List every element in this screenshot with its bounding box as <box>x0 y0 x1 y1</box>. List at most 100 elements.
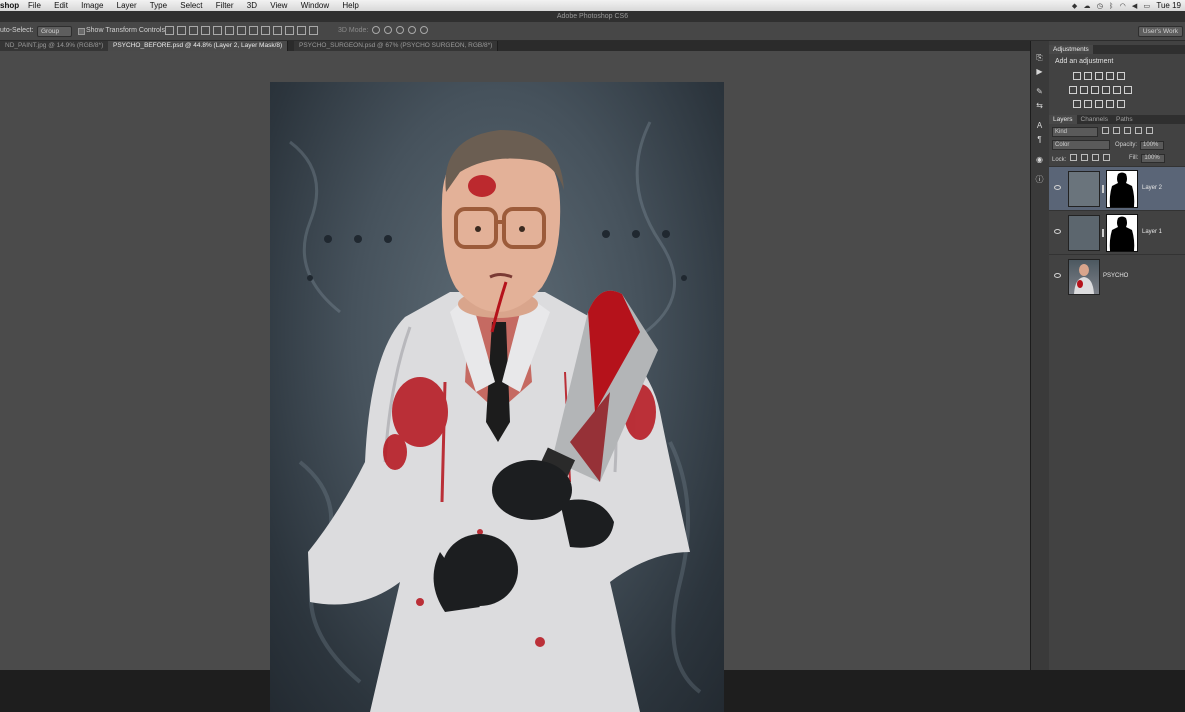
tab-adjustments[interactable]: Adjustments <box>1049 45 1093 54</box>
layer-thumbnail[interactable] <box>1068 259 1100 295</box>
color-lookup-icon[interactable] <box>1124 86 1132 94</box>
align-center-icon[interactable] <box>213 25 222 35</box>
layer-name[interactable]: PSYCHO <box>1103 273 1128 279</box>
layer-filter-dropdown[interactable]: Kind <box>1052 127 1098 137</box>
brush-presets-icon[interactable]: ✎ <box>1035 87 1044 96</box>
layer-thumbnail[interactable] <box>1068 215 1100 251</box>
auto-select-dropdown[interactable]: Group <box>37 26 72 37</box>
layer-filter-icons <box>1102 127 1157 136</box>
menu-filter[interactable]: Filter <box>216 1 234 10</box>
layer-row-psycho[interactable]: PSYCHO <box>1049 254 1185 298</box>
filter-shape-icon[interactable] <box>1135 127 1142 134</box>
3d-rotate-icon[interactable] <box>372 26 380 35</box>
layer-row-layer-2[interactable]: Layer 2 <box>1049 166 1185 210</box>
properties-icon[interactable]: ◉ <box>1035 155 1044 164</box>
opacity-control: Opacity: 100% <box>1115 141 1165 150</box>
mask-link-icon[interactable] <box>1102 229 1104 237</box>
tab-layers[interactable]: Layers <box>1049 115 1077 124</box>
visibility-eye-icon[interactable] <box>1054 185 1061 190</box>
lock-all-icon[interactable] <box>1103 154 1111 161</box>
distribute-top-icon[interactable] <box>237 25 246 35</box>
selective-color-icon[interactable] <box>1117 100 1125 108</box>
distribute-bottom-icon[interactable] <box>261 25 270 35</box>
curves-icon[interactable] <box>1095 72 1103 80</box>
menu-type[interactable]: Type <box>150 1 167 10</box>
3d-drag-icon[interactable] <box>396 26 404 35</box>
exposure-icon[interactable] <box>1106 72 1114 80</box>
align-left-icon[interactable] <box>201 25 210 35</box>
menu-layer[interactable]: Layer <box>117 1 137 10</box>
hue-saturation-icon[interactable] <box>1069 86 1077 94</box>
info-icon[interactable]: ⓘ <box>1035 175 1044 184</box>
levels-icon[interactable] <box>1084 72 1092 80</box>
show-transform-checkbox[interactable] <box>78 28 85 35</box>
layer-mask-thumbnail[interactable] <box>1106 214 1138 252</box>
opacity-input[interactable]: 100% <box>1140 141 1165 150</box>
workspace-switcher[interactable]: User's Work <box>1137 26 1183 37</box>
layer-thumbnail[interactable] <box>1068 171 1100 207</box>
vibrance-icon[interactable] <box>1117 72 1125 80</box>
history-icon[interactable]: ⎘ <box>1035 53 1044 62</box>
layer-name[interactable]: Layer 2 <box>1142 185 1162 191</box>
layer-mask-thumbnail[interactable] <box>1106 170 1138 208</box>
menu-view[interactable]: View <box>270 1 287 10</box>
black-white-icon[interactable] <box>1091 86 1099 94</box>
3d-roll-icon[interactable] <box>384 26 392 35</box>
visibility-eye-icon[interactable] <box>1054 229 1061 234</box>
lock-position-icon[interactable] <box>1092 154 1100 161</box>
menu-select[interactable]: Select <box>180 1 202 10</box>
gradient-map-icon[interactable] <box>1106 100 1114 108</box>
doc-tab-psycho-surgeon[interactable]: PSYCHO_SURGEON.psd @ 67% (PSYCHO SURGEON… <box>294 41 499 51</box>
fill-input[interactable]: 100% <box>1141 154 1166 163</box>
actions-play-icon[interactable]: ▶ <box>1035 67 1044 76</box>
menu-image[interactable]: Image <box>81 1 103 10</box>
menu-edit[interactable]: Edit <box>54 1 68 10</box>
distribute-right-icon[interactable] <box>297 25 306 35</box>
align-right-icon[interactable] <box>225 25 234 35</box>
doc-tab-paint[interactable]: ND_PAINT.jpg @ 14.9% (RGB/8*) <box>0 41 110 51</box>
lock-image-icon[interactable] <box>1081 154 1089 161</box>
canvas-area[interactable] <box>0 51 1030 712</box>
brightness-contrast-icon[interactable] <box>1073 72 1081 80</box>
layer-row-layer-1[interactable]: Layer 1 <box>1049 210 1185 254</box>
align-bottom-icon[interactable] <box>189 25 198 35</box>
doc-tab-psycho-before[interactable]: PSYCHO_BEFORE.psd @ 44.8% (Layer 2, Laye… <box>108 41 289 51</box>
menu-file[interactable]: File <box>28 1 41 10</box>
align-middle-icon[interactable] <box>177 25 186 35</box>
layers-panel: Layers Channels Paths Kind Color Opacity: 1… <box>1049 115 1185 670</box>
distribute-left-icon[interactable] <box>273 25 282 35</box>
channel-mixer-icon[interactable] <box>1113 86 1121 94</box>
threshold-icon[interactable] <box>1095 100 1103 108</box>
document-image[interactable] <box>270 82 724 712</box>
clone-source-icon[interactable]: ⇆ <box>1035 101 1044 110</box>
tab-channels[interactable]: Channels <box>1077 115 1112 124</box>
filter-pixel-icon[interactable] <box>1102 127 1109 134</box>
layer-name[interactable]: Layer 1 <box>1142 229 1162 235</box>
auto-align-icon[interactable] <box>309 25 318 35</box>
blend-mode-dropdown[interactable]: Color <box>1052 140 1110 150</box>
distribute-middle-icon[interactable] <box>249 25 258 35</box>
align-top-icon[interactable] <box>165 25 174 35</box>
filter-smart-icon[interactable] <box>1146 127 1153 134</box>
3d-scale-icon[interactable] <box>420 26 428 35</box>
mask-link-icon[interactable] <box>1102 185 1104 193</box>
menu-3d[interactable]: 3D <box>247 1 257 10</box>
filter-adjustment-icon[interactable] <box>1113 127 1120 134</box>
tab-paths[interactable]: Paths <box>1112 115 1137 124</box>
menu-help[interactable]: Help <box>342 1 358 10</box>
photo-filter-icon[interactable] <box>1102 86 1110 94</box>
posterize-icon[interactable] <box>1084 100 1092 108</box>
app-menu[interactable]: shop <box>0 0 19 11</box>
color-balance-icon[interactable] <box>1080 86 1088 94</box>
invert-icon[interactable] <box>1073 100 1081 108</box>
visibility-eye-icon[interactable] <box>1054 273 1061 278</box>
character-icon[interactable]: A <box>1035 121 1044 130</box>
paragraph-icon[interactable]: ¶ <box>1035 135 1044 144</box>
opacity-label: Opacity: <box>1115 142 1138 148</box>
distribute-center-icon[interactable] <box>285 25 294 35</box>
3d-slide-icon[interactable] <box>408 26 416 35</box>
clock[interactable]: Tue 19 <box>1156 0 1181 11</box>
lock-transparent-icon[interactable] <box>1070 154 1078 161</box>
filter-type-icon[interactable] <box>1124 127 1131 134</box>
menu-window[interactable]: Window <box>301 1 329 10</box>
